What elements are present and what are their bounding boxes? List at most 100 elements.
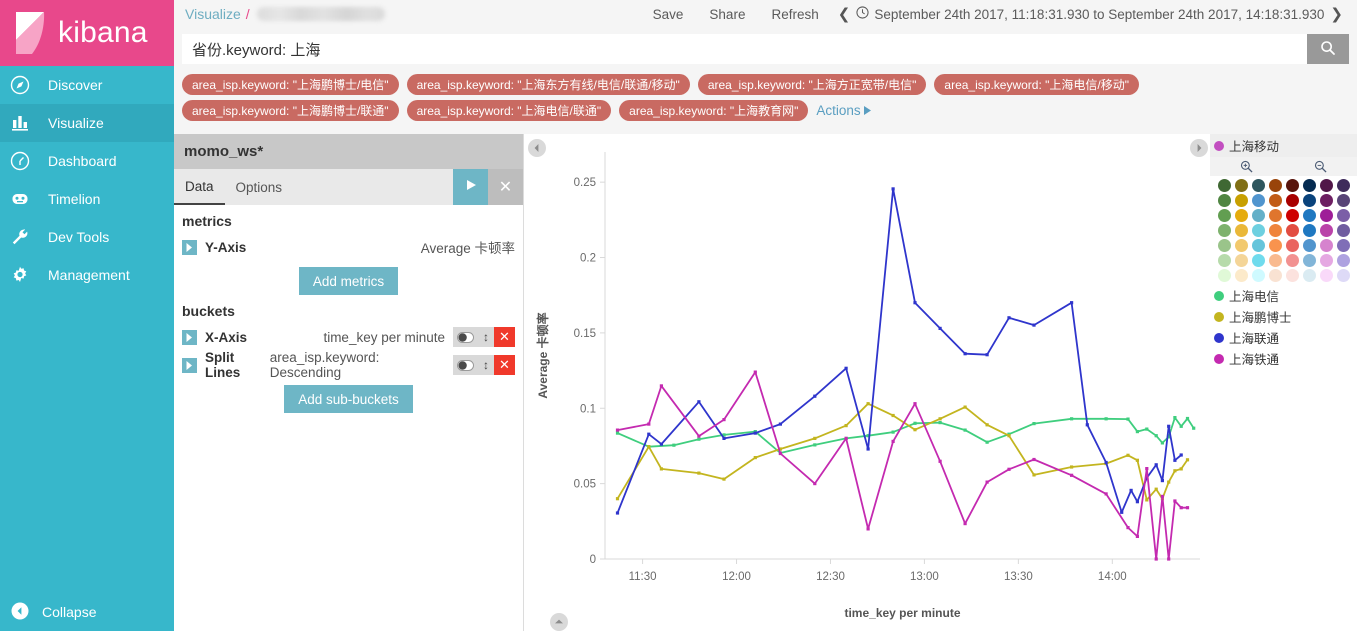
expand-legend-button[interactable] <box>1190 139 1208 157</box>
filter-pill[interactable]: area_isp.keyword: "上海鹏博士/电信" <box>182 74 399 95</box>
series-point[interactable] <box>1135 534 1139 538</box>
series-point[interactable] <box>1032 422 1036 426</box>
series-point[interactable] <box>1070 473 1074 477</box>
series-point[interactable] <box>866 447 870 451</box>
series-point[interactable] <box>891 439 895 443</box>
palette-swatch[interactable] <box>1235 269 1248 282</box>
palette-swatch[interactable] <box>1252 254 1265 267</box>
caret-right-icon[interactable] <box>182 357 197 373</box>
move-updown-icon[interactable]: ↕ <box>478 327 494 347</box>
series-point[interactable] <box>778 422 782 426</box>
palette-swatch[interactable] <box>1252 209 1265 222</box>
metric-row-y-axis[interactable]: Y-Axis Average 卡顿率 <box>174 233 523 261</box>
palette-swatch[interactable] <box>1252 224 1265 237</box>
series-point[interactable] <box>659 467 663 471</box>
palette-swatch[interactable] <box>1303 179 1316 192</box>
palette-swatch[interactable] <box>1286 269 1299 282</box>
bucket-row-split-lines[interactable]: Split Lines area_isp.keyword: Descending… <box>174 350 523 380</box>
series-point[interactable] <box>1167 557 1171 561</box>
palette-swatch[interactable] <box>1320 179 1333 192</box>
palette-swatch[interactable] <box>1269 179 1282 192</box>
series-point[interactable] <box>985 353 989 357</box>
palette-swatch[interactable] <box>1286 209 1299 222</box>
series-point[interactable] <box>985 480 989 484</box>
series-point[interactable] <box>1185 458 1190 462</box>
palette-swatch[interactable] <box>1286 254 1299 267</box>
brand-logo[interactable]: kibana <box>0 0 174 66</box>
series-point[interactable] <box>1032 457 1036 462</box>
legend-entry[interactable]: 上海电信 <box>1210 285 1357 306</box>
series-point[interactable] <box>1104 417 1108 421</box>
palette-swatch[interactable] <box>1303 209 1316 222</box>
palette-swatch[interactable] <box>1235 194 1248 207</box>
series-point[interactable] <box>1145 498 1149 502</box>
palette-swatch[interactable] <box>1218 239 1231 252</box>
series-point[interactable] <box>1135 458 1139 462</box>
palette-swatch[interactable] <box>1218 209 1231 222</box>
tab-data[interactable]: Data <box>174 169 225 205</box>
sidebar-item-management[interactable]: Management <box>0 256 174 294</box>
save-button[interactable]: Save <box>653 7 684 22</box>
series-point[interactable] <box>1070 301 1074 305</box>
legend-entry[interactable]: 上海联通 <box>1210 327 1357 348</box>
series-point[interactable] <box>1179 424 1183 428</box>
series-point[interactable] <box>615 511 620 515</box>
tab-options[interactable]: Options <box>225 169 294 205</box>
palette-swatch[interactable] <box>1269 269 1282 282</box>
series-point[interactable] <box>1032 473 1036 477</box>
palette-swatch[interactable] <box>1218 254 1231 267</box>
series-point[interactable] <box>1126 526 1130 530</box>
series-point[interactable] <box>866 402 870 406</box>
series-point[interactable] <box>647 445 651 449</box>
series-point[interactable] <box>844 366 848 370</box>
toggle-icon[interactable] <box>453 327 478 347</box>
palette-swatch[interactable] <box>1303 269 1316 282</box>
series-line[interactable] <box>616 371 1189 560</box>
series-point[interactable] <box>647 422 651 426</box>
series-point[interactable] <box>615 497 620 501</box>
palette-swatch[interactable] <box>1337 239 1350 252</box>
palette-swatch[interactable] <box>1269 254 1282 267</box>
bucket-row-x-axis[interactable]: X-Axis time_key per minute ↕ ✕ <box>174 323 523 351</box>
series-point[interactable] <box>1154 557 1158 561</box>
series-point[interactable] <box>1179 467 1183 471</box>
filter-pill[interactable]: area_isp.keyword: "上海电信/移动" <box>934 74 1139 95</box>
palette-swatch[interactable] <box>1218 224 1231 237</box>
series-point[interactable] <box>753 431 757 435</box>
series-point[interactable] <box>1007 316 1011 320</box>
palette-swatch[interactable] <box>1235 209 1248 222</box>
sidebar-item-visualize[interactable]: Visualize <box>0 104 174 142</box>
series-point[interactable] <box>1129 488 1133 492</box>
palette-swatch[interactable] <box>1252 269 1265 282</box>
sidebar-collapse-button[interactable]: Collapse <box>0 593 174 631</box>
series-point[interactable] <box>778 451 782 456</box>
apply-changes-button[interactable] <box>453 169 488 205</box>
series-point[interactable] <box>913 421 917 425</box>
series-point[interactable] <box>659 384 663 388</box>
series-point[interactable] <box>1185 506 1190 510</box>
series-point[interactable] <box>722 436 726 440</box>
legend-entry[interactable]: 上海铁通 <box>1210 348 1357 369</box>
zoom-in-icon[interactable] <box>1210 160 1284 173</box>
sidebar-item-timelion[interactable]: Timelion <box>0 180 174 218</box>
breadcrumb-root[interactable]: Visualize <box>185 6 241 22</box>
palette-swatch[interactable] <box>1252 179 1265 192</box>
palette-swatch[interactable] <box>1337 254 1350 267</box>
series-point[interactable] <box>1145 427 1149 431</box>
series-point[interactable] <box>1160 441 1164 445</box>
palette-swatch[interactable] <box>1320 269 1333 282</box>
palette-swatch[interactable] <box>1269 239 1282 252</box>
series-point[interactable] <box>963 522 967 526</box>
sidebar-item-dashboard[interactable]: Dashboard <box>0 142 174 180</box>
series-point[interactable] <box>1167 424 1171 428</box>
palette-swatch[interactable] <box>1303 239 1316 252</box>
delete-bucket-button[interactable]: ✕ <box>494 327 515 347</box>
filter-pill[interactable]: area_isp.keyword: "上海电信/联通" <box>406 100 612 121</box>
discard-changes-button[interactable]: ✕ <box>488 169 523 205</box>
palette-swatch[interactable] <box>1303 224 1316 237</box>
series-point[interactable] <box>753 456 757 460</box>
palette-swatch[interactable] <box>1320 194 1333 207</box>
series-point[interactable] <box>913 402 917 406</box>
caret-right-icon[interactable] <box>182 239 197 255</box>
palette-swatch[interactable] <box>1252 239 1265 252</box>
